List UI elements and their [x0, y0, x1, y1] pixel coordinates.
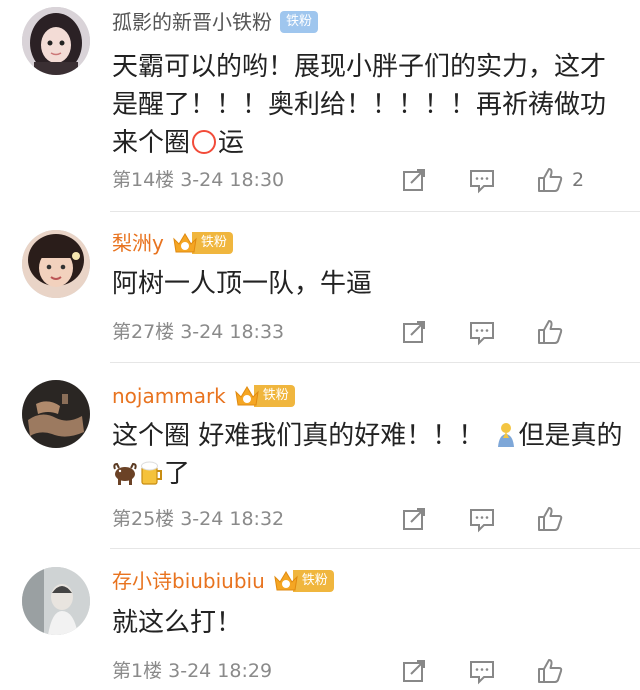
like-button[interactable]: [536, 503, 564, 535]
praying-figure-icon: [497, 423, 514, 447]
comment-item: 孤影的新晋小铁粉 铁粉 天霸可以的哟！展现小胖子们的实力，这才是醒了！！！奥利给…: [0, 0, 640, 210]
avatar-photo-icon: [22, 567, 90, 635]
repost-button[interactable]: [400, 316, 428, 348]
floor-time: 第1楼 3-24 18:29: [112, 660, 273, 682]
repost-icon: [403, 169, 425, 191]
repost-icon: [403, 660, 425, 682]
like-button[interactable]: [536, 655, 564, 687]
fan-badge[interactable]: 铁粉: [172, 232, 233, 254]
like-count: 2: [572, 169, 585, 191]
name-row: 存小诗biubiubiu 铁粉: [112, 566, 334, 596]
crown-icon: [274, 571, 298, 591]
thumbs-up-icon: [538, 507, 563, 531]
comment-button[interactable]: [468, 164, 496, 196]
comment-icon: [470, 509, 494, 533]
avatar[interactable]: [22, 7, 90, 75]
avatar[interactable]: [22, 230, 90, 298]
bull-icon: [113, 462, 137, 485]
avatar[interactable]: [22, 380, 90, 448]
fan-badge-label: 铁粉: [191, 232, 233, 254]
like-button[interactable]: [536, 316, 564, 348]
action-bar: [400, 316, 640, 348]
name-row: 梨洲y 铁粉: [112, 228, 233, 258]
thumbs-up-icon: [538, 320, 563, 344]
fan-badge-label: 铁粉: [253, 385, 295, 407]
comment-button[interactable]: [468, 316, 496, 348]
comment-text-part: 阿树一人顶一队，牛逼: [112, 269, 373, 299]
action-bar: [400, 655, 640, 687]
action-bar: 2: [400, 164, 640, 196]
repost-icon: [403, 508, 425, 530]
comment-icon: [470, 170, 494, 194]
comment-icon: [470, 322, 494, 346]
avatar-woman-icon: [22, 230, 90, 298]
repost-button[interactable]: [400, 164, 428, 196]
comment-text-part: 了: [164, 459, 191, 489]
comment-item: nojammark 铁粉 这个圈 好难我们真的好难！！！ 但是真的 了 第25楼…: [0, 363, 640, 548]
comment-button[interactable]: [468, 655, 496, 687]
name-row: 孤影的新晋小铁粉 铁粉: [112, 7, 319, 37]
floor-time: 第25楼 3-24 18:32: [112, 508, 285, 530]
comment-text: 阿树一人顶一队，牛逼: [112, 265, 627, 303]
fan-badge-label: 铁粉: [292, 570, 334, 592]
fan-badge[interactable]: 铁粉: [273, 570, 334, 592]
floor-time: 第27楼 3-24 18:33: [112, 321, 285, 343]
comment-text: 就这么打！: [112, 604, 627, 642]
username[interactable]: 孤影的新晋小铁粉: [112, 7, 272, 37]
crown-icon: [235, 386, 259, 406]
comment-button[interactable]: [468, 503, 496, 535]
comment-item: 存小诗biubiubiu 铁粉 就这么打！ 第1楼 3-24 18:29: [0, 549, 640, 690]
comment-text-part: 天霸可以的哟！展现小胖子们的实力，这才是醒了！！！奥利给！！！！！再祈祷做功来个…: [112, 52, 607, 158]
beer-mug-icon: [141, 461, 162, 485]
comment-text-part: 就这么打！: [112, 608, 243, 638]
repost-button[interactable]: [400, 655, 428, 687]
name-row: nojammark 铁粉: [112, 381, 295, 411]
crown-icon: [173, 233, 197, 253]
red-circle-icon: [192, 130, 217, 154]
thumbs-up-icon: [538, 659, 563, 683]
comment-text-part: 这个圈 好难我们真的好难！！！: [112, 421, 485, 451]
thumbs-up-icon: [538, 168, 563, 192]
comment-text-part: 但是真的: [518, 421, 623, 451]
comment-icon: [470, 661, 494, 685]
comment-text: 天霸可以的哟！展现小胖子们的实力，这才是醒了！！！奥利给！！！！！再祈祷做功来个…: [112, 48, 627, 162]
comment-item: 梨洲y 铁粉 阿树一人顶一队，牛逼 第27楼 3-24 18:33: [0, 212, 640, 362]
repost-button[interactable]: [400, 503, 428, 535]
avatar[interactable]: [22, 567, 90, 635]
avatar-hands-icon: [22, 380, 90, 448]
username[interactable]: 梨洲y: [112, 228, 164, 258]
comment-text-part: 运: [218, 128, 245, 158]
username[interactable]: nojammark: [112, 381, 226, 411]
action-bar: [400, 503, 640, 535]
repost-icon: [403, 321, 425, 343]
username[interactable]: 存小诗biubiubiu: [112, 566, 265, 596]
avatar-girl-icon: [22, 7, 90, 75]
fan-badge-label: 铁粉: [280, 11, 319, 33]
floor-time: 第14楼 3-24 18:30: [112, 169, 285, 191]
fan-badge[interactable]: 铁粉: [280, 11, 319, 33]
comment-text: 这个圈 好难我们真的好难！！！ 但是真的 了: [112, 417, 627, 493]
fan-badge[interactable]: 铁粉: [234, 385, 295, 407]
like-button[interactable]: 2: [536, 164, 584, 196]
